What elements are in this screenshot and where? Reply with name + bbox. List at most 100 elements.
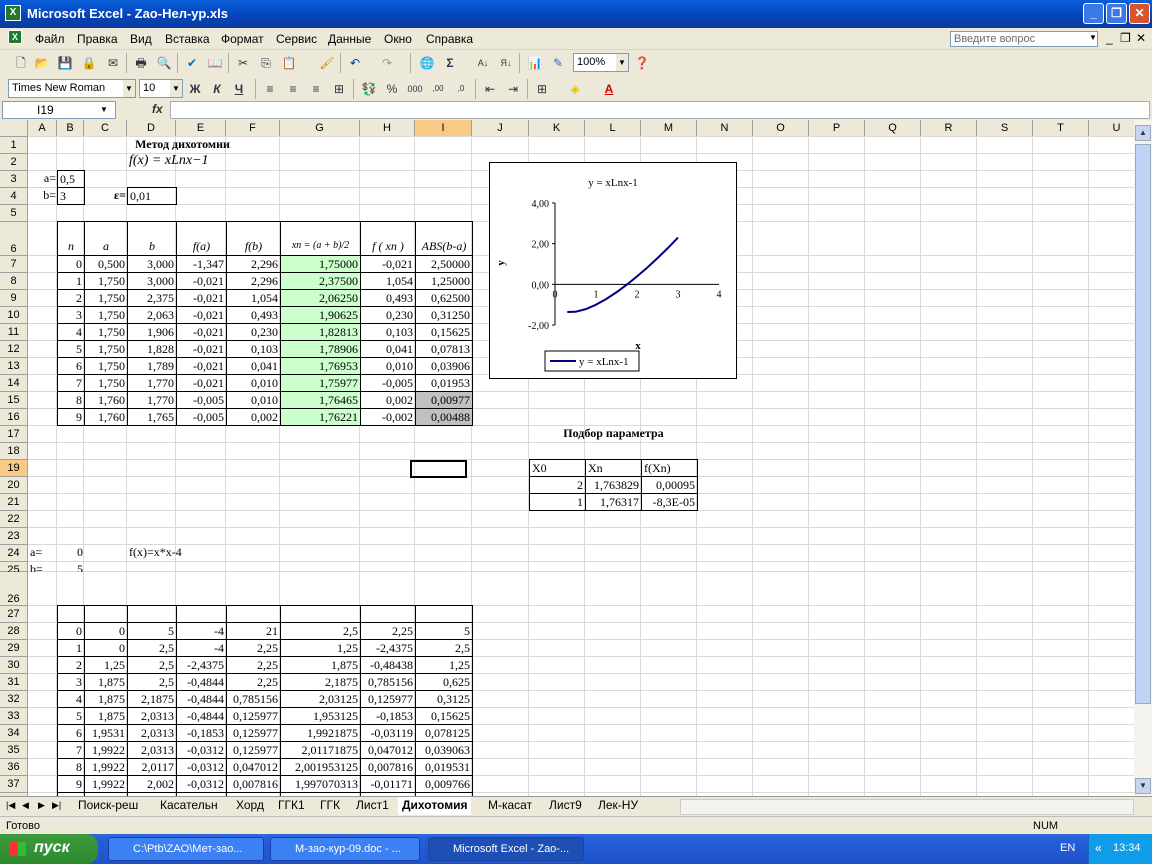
table1-cell[interactable]: 0,230 (226, 323, 281, 341)
first-sheet-button[interactable]: |◀ (6, 800, 15, 811)
table1-cell[interactable]: 0,041 (226, 357, 281, 375)
table1-cell[interactable]: 0,00977 (415, 391, 473, 409)
row-header-11[interactable]: 11 (0, 324, 28, 341)
table2-cell[interactable]: 1,875 (280, 656, 361, 674)
row-header-23[interactable]: 23 (0, 528, 28, 545)
table1-header-1[interactable]: a (84, 221, 128, 256)
row-header-26[interactable]: 26 (0, 572, 28, 606)
fill-color-icon[interactable]: ◈ (566, 80, 584, 98)
table2-cell[interactable]: 0,019531 (415, 758, 473, 776)
table2-cell[interactable]: 0,047012 (360, 741, 416, 759)
table1-cell[interactable]: -0,005 (176, 391, 227, 409)
table1-cell[interactable]: 1,750 (84, 289, 128, 307)
table1-cell[interactable]: -0,002 (360, 408, 416, 426)
column-header-K[interactable]: K (529, 120, 585, 137)
table2-cell[interactable]: -0,4844 (176, 673, 227, 691)
table1-cell[interactable]: -0,021 (176, 272, 227, 290)
print-icon[interactable]: 🖶 (132, 54, 150, 72)
table2-cell[interactable]: 3 (57, 673, 85, 691)
table2-cell[interactable]: 2,5 (415, 639, 473, 657)
vertical-scrollbar[interactable]: ▲ ▼ (1134, 120, 1152, 796)
cell-eps-value[interactable]: 0,01 (127, 187, 177, 205)
table2-cell[interactable]: 0 (84, 639, 128, 657)
table2-cell[interactable]: -4 (176, 639, 227, 657)
sheet-tab-4[interactable]: ГГК (316, 797, 344, 815)
table1-cell[interactable]: 1 (57, 272, 85, 290)
table1-header-7[interactable]: ABS(b-a) (415, 221, 473, 256)
tray-arrow-icon[interactable]: « (1095, 841, 1102, 855)
column-header-M[interactable]: M (641, 120, 697, 137)
table1-cell[interactable]: 1,054 (360, 272, 416, 290)
table1-cell[interactable]: 1,750 (84, 306, 128, 324)
menu-view[interactable]: Вид (130, 32, 152, 46)
sheet-tab-3[interactable]: ГГК1 (274, 797, 309, 815)
row-header-22[interactable]: 22 (0, 511, 28, 528)
table2-cell[interactable]: 1,875 (84, 690, 128, 708)
table2-cell[interactable]: 2,0117 (127, 758, 177, 776)
menu-window[interactable]: Окно (384, 32, 412, 46)
sort-ascending-icon[interactable]: A↓ (474, 54, 492, 72)
table2-cell[interactable]: 8 (57, 758, 85, 776)
table1-cell[interactable]: 1,765 (127, 408, 177, 426)
row-header-9[interactable]: 9 (0, 290, 28, 307)
table1-cell[interactable]: 1,906 (127, 323, 177, 341)
doc-minimize-button[interactable]: _ (1106, 31, 1113, 45)
table2-cell[interactable]: 1,953125 (280, 707, 361, 725)
table2-cell[interactable]: 0,125977 (226, 707, 281, 725)
table1-cell[interactable]: 0,010 (226, 391, 281, 409)
row-header-29[interactable]: 29 (0, 640, 28, 657)
align-left-icon[interactable]: ≡ (261, 80, 279, 98)
scroll-down-button[interactable]: ▼ (1135, 778, 1151, 794)
chart[interactable]: y = xLnx-1 y x 4,00 2,00 0,00 -2,00 0 1 2 3 4 y … (489, 162, 737, 379)
save-icon[interactable]: 💾 (56, 54, 74, 72)
menu-data[interactable]: Данные (328, 32, 371, 46)
cell-formula-f1[interactable]: f(x) = xLnx−1 (127, 153, 281, 171)
menu-file[interactable]: Файл (35, 32, 65, 46)
table1-cell[interactable]: 1,750 (84, 272, 128, 290)
table2-cell[interactable]: -0,4844 (176, 690, 227, 708)
table1-cell[interactable]: 0,010 (226, 374, 281, 392)
table2-cell[interactable]: -2,4375 (360, 639, 416, 657)
table1-cell[interactable]: 0,493 (226, 306, 281, 324)
undo-icon[interactable]: ↶ (346, 54, 364, 72)
column-header-D[interactable]: D (127, 120, 176, 137)
table2-cell[interactable]: 2,0313 (127, 707, 177, 725)
drawing-icon[interactable]: ✎ (549, 54, 567, 72)
workbook-icon[interactable]: X (8, 30, 22, 44)
align-right-icon[interactable]: ≡ (307, 80, 325, 98)
table2-cell[interactable]: 1,9921875 (280, 724, 361, 742)
table2-cell[interactable]: 1,875 (84, 673, 128, 691)
table2-cell[interactable]: 2,0313 (127, 724, 177, 742)
param-header-2[interactable]: f(Xn) (641, 459, 698, 477)
table2-cell[interactable]: 2,1875 (127, 690, 177, 708)
table2-cell[interactable]: 0,15625 (415, 707, 473, 725)
column-header-J[interactable]: J (472, 120, 529, 137)
column-header-R[interactable]: R (921, 120, 977, 137)
cell-eps-label[interactable]: ε= (84, 187, 128, 205)
table2-cell[interactable]: -0,0312 (176, 758, 227, 776)
bold-button[interactable]: Ж (186, 80, 204, 98)
research-icon[interactable]: 📖 (206, 54, 224, 72)
table1-header-3[interactable]: f(a) (176, 221, 227, 256)
table2-cell[interactable]: 0,625 (415, 673, 473, 691)
table1-cell[interactable]: 0,041 (360, 340, 416, 358)
scroll-up-button[interactable]: ▲ (1135, 125, 1151, 141)
table2-cell[interactable]: 0,3125 (415, 690, 473, 708)
table1-cell[interactable]: 1,760 (84, 408, 128, 426)
cell-title-dichotomy[interactable]: Метод дихотомии (84, 136, 281, 154)
row-header-25[interactable]: 25 (0, 562, 28, 576)
table2-header-5[interactable]: xn = (a + b)/2 (280, 605, 361, 623)
table1-cell[interactable]: 0,103 (226, 340, 281, 358)
row-header-17[interactable]: 17 (0, 426, 28, 443)
name-box[interactable]: I19 (2, 101, 116, 119)
table1-cell[interactable]: 0,230 (360, 306, 416, 324)
cell-a-label[interactable]: a= (28, 170, 58, 188)
table2-cell[interactable]: 5 (415, 622, 473, 640)
table1-cell[interactable]: 0 (57, 255, 85, 273)
row-header-16[interactable]: 16 (0, 409, 28, 426)
align-center-icon[interactable]: ≡ (284, 80, 302, 98)
redo-icon[interactable]: ↷ (378, 54, 396, 72)
table2-cell[interactable]: -2,4375 (176, 656, 227, 674)
row-header-36[interactable]: 36 (0, 759, 28, 776)
name-box-dropdown-icon[interactable]: ▼ (100, 105, 108, 114)
